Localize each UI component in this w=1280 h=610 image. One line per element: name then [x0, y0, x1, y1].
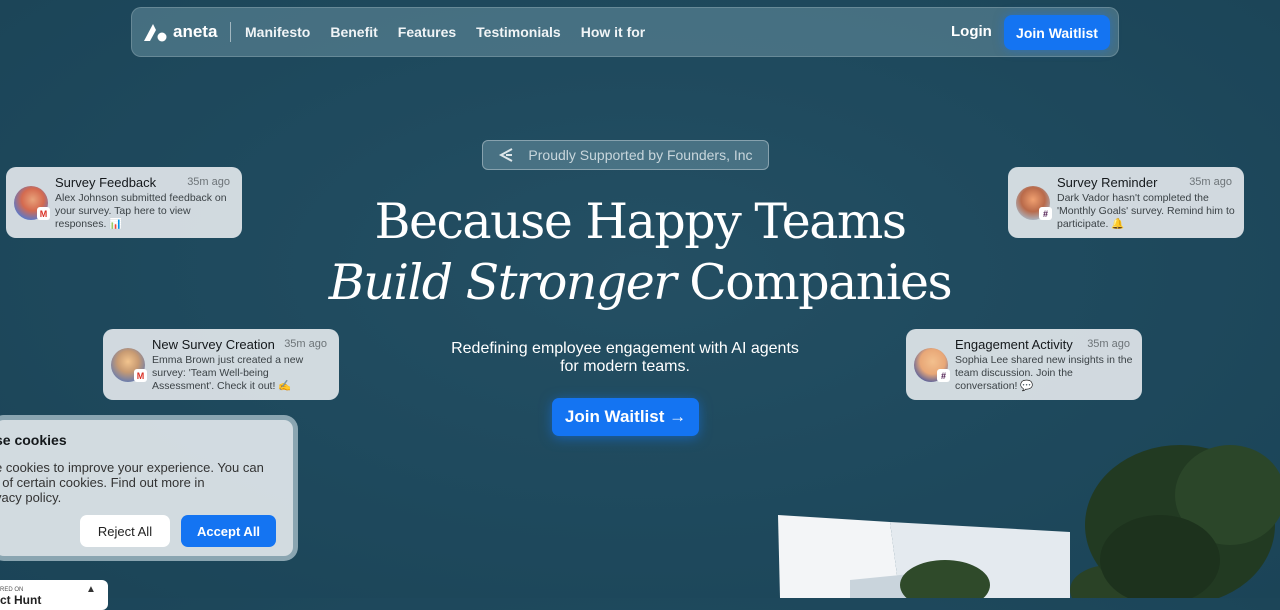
brand-logo[interactable]: aneta [142, 21, 217, 43]
notification-card-new-survey: M New Survey Creation 35m ago Emma Brown… [103, 329, 339, 400]
card-time: 35m ago [284, 338, 327, 350]
notification-card-engagement-activity: # Engagement Activity 35m ago Sophia Lee… [906, 329, 1142, 400]
gmail-icon: M [37, 207, 50, 220]
cookie-text-line3: vacy policy. [0, 490, 62, 505]
card-time: 35m ago [1189, 176, 1232, 188]
supported-badge[interactable]: Proudly Supported by Founders, Inc [482, 140, 769, 170]
notification-card-survey-reminder: # Survey Reminder 35m ago Dark Vador has… [1008, 167, 1244, 238]
accept-all-button[interactable]: Accept All [181, 515, 276, 547]
nav-link-benefit[interactable]: Benefit [330, 24, 377, 40]
nav-link-features[interactable]: Features [398, 24, 456, 40]
cookie-text-line2: t of certain cookies. Find out more in [0, 475, 205, 490]
badge-text: Proudly Supported by Founders, Inc [528, 147, 753, 163]
hero-headline-rest: Companies [675, 254, 952, 311]
upvote-arrow-icon: ▲ [86, 584, 96, 595]
cookie-banner: se cookies e cookies to improve your exp… [0, 415, 298, 561]
ph-name: ct Hunt [0, 593, 42, 607]
nav-links: Manifesto Benefit Features Testimonials … [245, 24, 645, 40]
product-hunt-badge[interactable]: RED ON ct Hunt ▲ [0, 580, 108, 610]
nav-link-testimonials[interactable]: Testimonials [476, 24, 561, 40]
card-body: Dark Vador hasn't completed the 'Monthly… [1057, 192, 1235, 230]
card-time: 35m ago [1087, 338, 1130, 350]
hero-headline-line2: Build Stronger Companies [0, 258, 1280, 307]
notification-card-survey-feedback: M Survey Feedback 35m ago Alex Johnson s… [6, 167, 242, 238]
cookie-title: se cookies [0, 432, 67, 448]
card-body: Alex Johnson submitted feedback on your … [55, 192, 227, 230]
card-body: Sophia Lee shared new insights in the te… [955, 354, 1133, 392]
hero-headline-italic: Build Stronger [328, 254, 677, 311]
reject-all-button[interactable]: Reject All [80, 515, 170, 547]
nav-divider [230, 22, 231, 42]
gmail-icon: M [134, 369, 147, 382]
brand-name: aneta [173, 22, 218, 41]
login-link[interactable]: Login [951, 23, 992, 40]
card-time: 35m ago [187, 176, 230, 188]
card-body: Emma Brown just created a new survey: 'T… [152, 354, 304, 392]
hero-scene-illustration [778, 445, 1280, 598]
founders-logo-icon [499, 148, 513, 162]
cookie-text-line1: e cookies to improve your experience. Yo… [0, 460, 264, 475]
aneta-logo-icon [144, 24, 167, 42]
hero-join-waitlist-button[interactable]: Join Waitlist → [552, 398, 699, 436]
card-title: Engagement Activity [955, 337, 1073, 352]
slack-icon: # [937, 369, 950, 382]
top-navbar: aneta Manifesto Benefit Features Testimo… [131, 7, 1119, 57]
nav-join-waitlist-button[interactable]: Join Waitlist [1004, 15, 1110, 50]
card-title: Survey Feedback [55, 175, 157, 190]
slack-icon: # [1039, 207, 1052, 220]
card-title: New Survey Creation [152, 337, 275, 352]
card-title: Survey Reminder [1057, 175, 1158, 190]
nav-link-how-it-for[interactable]: How it for [581, 24, 646, 40]
nav-link-manifesto[interactable]: Manifesto [245, 24, 310, 40]
cookie-text: e cookies to improve your experience. Yo… [0, 460, 285, 505]
